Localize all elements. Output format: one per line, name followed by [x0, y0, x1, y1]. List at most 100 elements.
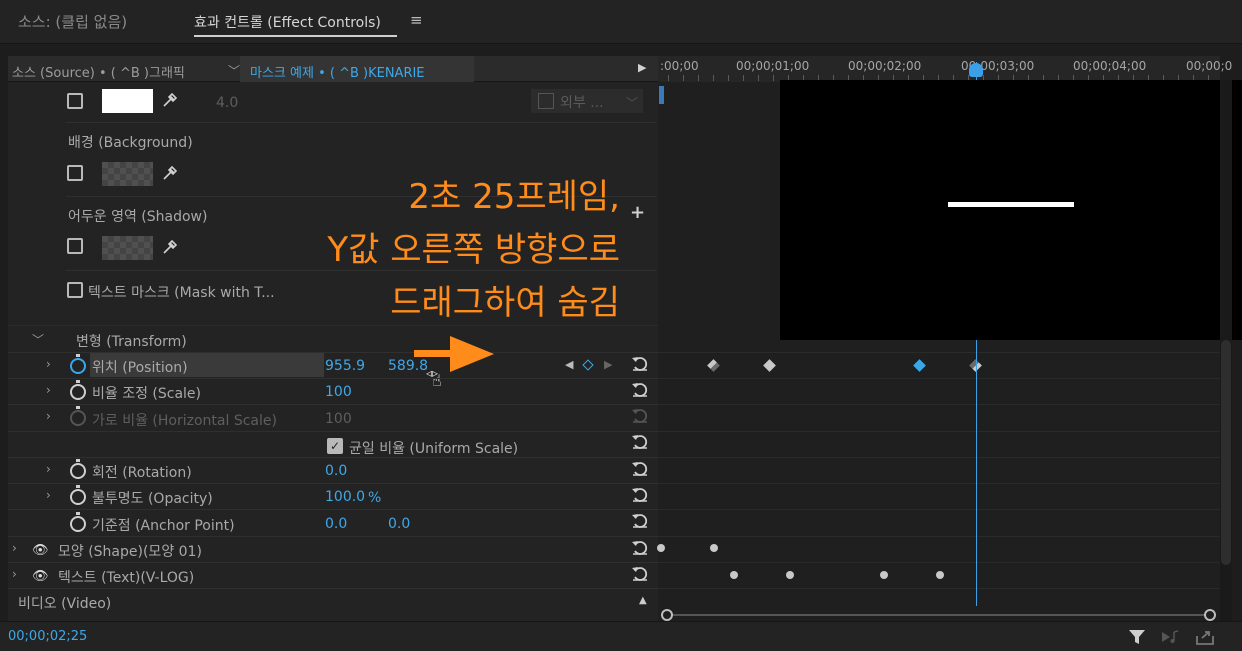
- divider: [8, 483, 658, 484]
- collapse-icon[interactable]: ▲: [639, 595, 647, 606]
- current-timecode[interactable]: 00;00;02;25: [8, 629, 87, 644]
- add-icon[interactable]: +: [630, 202, 645, 223]
- scrollbar-thumb[interactable]: [1221, 340, 1231, 565]
- preview-white-bar: [948, 202, 1074, 207]
- annotation-line: Y값 오른쪽 방향으로: [327, 230, 620, 270]
- divider: [8, 509, 658, 510]
- arrow-right-icon: [414, 336, 494, 372]
- keyframe-dot[interactable]: [786, 571, 794, 579]
- reset-icon[interactable]: [631, 486, 649, 502]
- stroke-width-value[interactable]: 4.0: [216, 95, 238, 111]
- keyframe-dot[interactable]: [657, 544, 665, 552]
- chevron-down-icon[interactable]: ﹀: [32, 331, 44, 348]
- anchor-point-label: 기준점 (Anchor Point): [92, 518, 235, 534]
- timeline-divider: [658, 431, 1220, 432]
- stopwatch-icon[interactable]: [70, 485, 86, 505]
- filter-icon[interactable]: [1128, 628, 1146, 646]
- play-only-clip-icon[interactable]: ▶: [638, 61, 646, 74]
- scale-value[interactable]: 100: [325, 384, 352, 400]
- playhead-handle[interactable]: [969, 63, 983, 77]
- expand-chevron-icon[interactable]: ›: [46, 462, 51, 476]
- eyedropper-icon[interactable]: [161, 164, 179, 182]
- reset-icon: [632, 409, 648, 423]
- expand-chevron-icon[interactable]: ›: [12, 567, 17, 581]
- opacity-unit: %: [368, 490, 382, 506]
- tab-effect-controls[interactable]: 효과 컨트롤 (Effect Controls): [194, 12, 381, 32]
- eye-icon[interactable]: 👁: [32, 569, 49, 584]
- stopwatch-icon[interactable]: [70, 354, 86, 374]
- divider: [8, 378, 658, 379]
- timeline-divider: [658, 588, 1220, 589]
- stopwatch-icon[interactable]: [70, 512, 86, 532]
- active-tab-indicator: [194, 35, 397, 37]
- shadow-color-swatch[interactable]: [102, 236, 153, 260]
- divider: [8, 457, 658, 458]
- background-label: 배경 (Background): [68, 135, 193, 151]
- reset-icon[interactable]: [631, 512, 649, 528]
- eyedropper-icon[interactable]: [161, 91, 179, 109]
- eye-icon[interactable]: 👁: [32, 543, 49, 558]
- background-color-swatch[interactable]: [102, 162, 153, 186]
- chevron-down-icon: ﹀: [626, 96, 639, 110]
- uniform-scale-checkbox[interactable]: ✓: [327, 438, 343, 454]
- timeline-divider: [658, 483, 1220, 484]
- text-mask-checkbox[interactable]: [67, 282, 83, 298]
- next-keyframe-icon[interactable]: ▶: [604, 358, 612, 371]
- export-icon[interactable]: [1195, 628, 1215, 646]
- reset-icon[interactable]: [631, 433, 649, 449]
- shadow-label: 어두운 영역 (Shadow): [68, 209, 208, 225]
- divider: [8, 562, 658, 563]
- video-section-label: 비디오 (Video): [18, 596, 112, 612]
- expand-chevron-icon[interactable]: ›: [46, 488, 51, 502]
- scale-label: 비율 조정 (Scale): [92, 386, 202, 402]
- divider: [66, 122, 656, 123]
- expand-chevron-icon[interactable]: ›: [46, 357, 51, 371]
- panel-menu-icon[interactable]: ≡: [410, 11, 423, 29]
- opacity-value[interactable]: 100.0: [325, 489, 365, 505]
- stroke-color-swatch[interactable]: [102, 89, 153, 113]
- stopwatch-icon[interactable]: [70, 380, 86, 400]
- timeline-divider: [658, 457, 1220, 458]
- expand-chevron-icon[interactable]: ›: [46, 409, 51, 423]
- keyframe-dot[interactable]: [880, 571, 888, 579]
- expand-chevron-icon[interactable]: ›: [12, 541, 17, 555]
- keyframe-dot[interactable]: [710, 544, 718, 552]
- position-x-value[interactable]: 955.9: [325, 358, 365, 374]
- eyedropper-icon[interactable]: [161, 238, 179, 256]
- anchor-y-value[interactable]: 0.0: [388, 516, 410, 532]
- ruler-label: :00;00: [660, 59, 699, 73]
- reset-icon[interactable]: [631, 355, 649, 371]
- divider: [8, 404, 658, 405]
- reset-icon[interactable]: [631, 381, 649, 397]
- shadow-checkbox[interactable]: [67, 238, 83, 254]
- ruler-label: 00;00;0: [1186, 59, 1233, 73]
- divider: [8, 431, 658, 432]
- source-clip-label[interactable]: 소스 (Source) • ( ^B )그래픽: [12, 62, 185, 81]
- tab-source-monitor[interactable]: 소스: (클립 없음): [18, 11, 127, 32]
- position-label: 위치 (Position): [92, 360, 188, 376]
- chevron-down-icon[interactable]: ﹀: [228, 62, 240, 79]
- background-checkbox[interactable]: [67, 165, 83, 181]
- horizontal-scale-value: 100: [325, 411, 352, 427]
- shape-layer-label: 모양 (Shape)(모양 01): [58, 544, 202, 560]
- stroke-checkbox[interactable]: [67, 93, 83, 109]
- sequence-clip-label[interactable]: 마스크 예제 • ( ^B )KENARIE: [250, 62, 425, 81]
- timeline-divider: [658, 536, 1220, 537]
- loop-audio-icon[interactable]: [1160, 629, 1180, 645]
- zoom-scrollbar-track[interactable]: [667, 614, 1210, 616]
- stopwatch-icon: [70, 406, 86, 426]
- rotation-value[interactable]: 0.0: [325, 463, 347, 479]
- stopwatch-icon[interactable]: [70, 459, 86, 479]
- keyframe-dot[interactable]: [730, 571, 738, 579]
- reset-icon[interactable]: [631, 565, 649, 581]
- anchor-x-value[interactable]: 0.0: [325, 516, 347, 532]
- zoom-handle-left[interactable]: [661, 609, 673, 621]
- timeline-divider: [658, 562, 1220, 563]
- reset-icon[interactable]: [631, 460, 649, 476]
- expand-chevron-icon[interactable]: ›: [46, 383, 51, 397]
- keyframe-dot[interactable]: [936, 571, 944, 579]
- reset-icon[interactable]: [631, 539, 649, 555]
- ruler-label: 00;00;01;00: [736, 59, 810, 73]
- prev-keyframe-icon[interactable]: ◀: [565, 358, 573, 371]
- zoom-handle-right[interactable]: [1204, 609, 1216, 621]
